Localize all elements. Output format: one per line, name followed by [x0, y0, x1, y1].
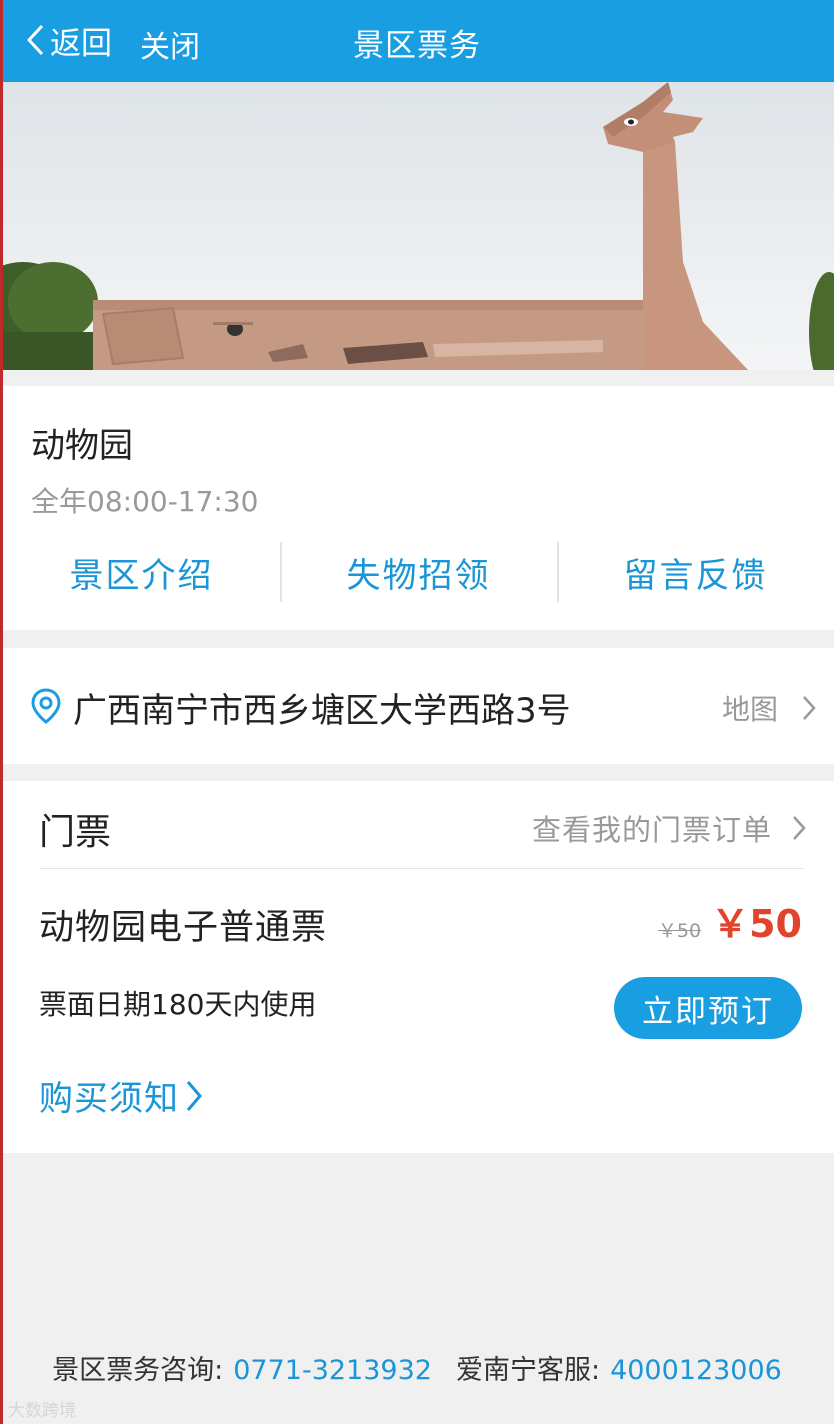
address-row[interactable]: 广西南宁市西乡塘区大学西路3号 地图	[3, 648, 834, 764]
chevron-right-icon	[186, 1080, 202, 1111]
chevron-right-icon	[803, 696, 816, 720]
scenic-name: 动物园	[31, 426, 133, 466]
map-label: 地图	[721, 693, 778, 726]
scenic-intro-button[interactable]: 景区介绍	[3, 540, 280, 604]
scenic-actions: 景区介绍 失物招领 留言反馈	[3, 540, 834, 604]
page: 返回 关闭 景区票务 动物园 全年08:00-17:30 景区介绍 失物招领 留…	[0, 0, 834, 1424]
feedback-button[interactable]: 留言反馈	[557, 540, 834, 604]
service-phone-link[interactable]: 4000123006	[610, 1355, 782, 1386]
tickets-title: 门票	[39, 812, 112, 853]
footer-contacts: 景区票务咨询: 0771-3213932 爱南宁客服: 4000123006	[0, 1348, 834, 1387]
top-bar: 返回 关闭 景区票务	[0, 0, 834, 82]
purchase-notice-link[interactable]: 购买须知	[39, 1071, 203, 1120]
purchase-notice-label: 购买须知	[39, 1079, 179, 1119]
location-pin-icon	[31, 688, 61, 724]
ticket-name: 动物园电子普通票	[39, 908, 328, 948]
current-price: ￥50	[711, 902, 802, 946]
address-text: 广西南宁市西乡塘区大学西路3号	[73, 691, 571, 731]
price-box: ￥50 ￥50	[658, 893, 802, 948]
watermark: 大数跨境	[8, 1401, 76, 1421]
ticket-validity: 票面日期180天内使用	[39, 988, 317, 1021]
opening-hours: 全年08:00-17:30	[31, 485, 259, 518]
my-orders-label: 查看我的门票订单	[531, 813, 772, 847]
page-title: 景区票务	[353, 28, 481, 64]
book-now-button[interactable]: 立即预订	[614, 977, 802, 1039]
banner-image	[3, 82, 834, 370]
divider	[39, 868, 804, 869]
left-edge-border	[0, 0, 3, 1424]
consult-phone-link[interactable]: 0771-3213932	[233, 1355, 432, 1386]
consult-label: 景区票务咨询:	[52, 1355, 224, 1386]
scenic-info-card: 动物园 全年08:00-17:30 景区介绍 失物招领 留言反馈	[3, 386, 834, 630]
map-link[interactable]: 地图	[722, 688, 816, 728]
original-price: ￥50	[657, 920, 702, 942]
chevron-right-icon	[793, 816, 806, 840]
service-label: 爱南宁客服:	[455, 1355, 601, 1386]
tickets-section: 门票 查看我的门票订单 动物园电子普通票 ￥50 ￥50 票面日期180天内使用…	[3, 781, 834, 1153]
banner-carousel[interactable]	[3, 82, 834, 370]
my-orders-link[interactable]: 查看我的门票订单	[532, 807, 806, 849]
lost-and-found-button[interactable]: 失物招领	[280, 540, 557, 604]
